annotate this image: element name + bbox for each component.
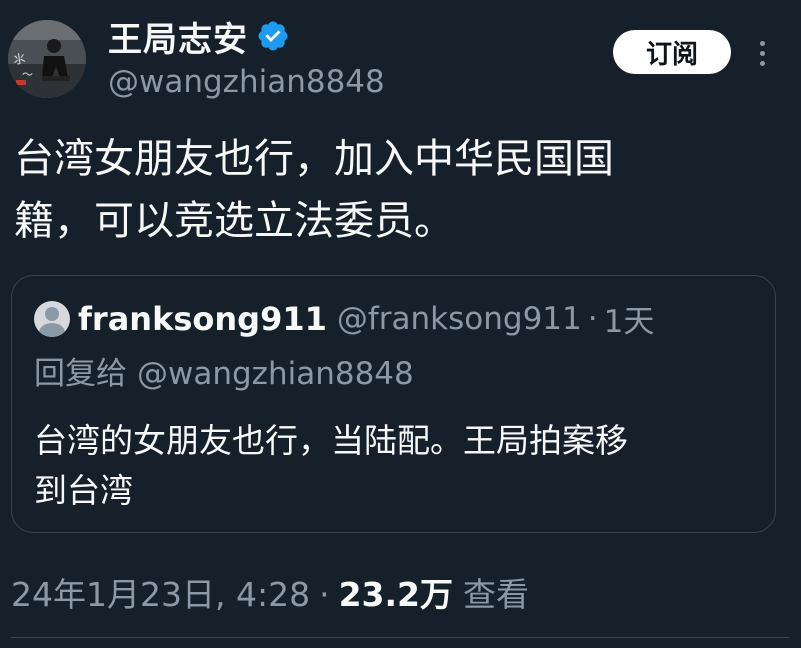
tweet-timestamp[interactable]: 24年1月23日, 4:28 (11, 568, 310, 616)
meta-separator: · (319, 575, 330, 614)
more-dot (759, 40, 765, 46)
tweet-card: ⺢ 〜 王局志安 @wangzhian8848 订阅 台湾女朋友也行，加入中华民… (0, 0, 801, 648)
avatar-body (39, 322, 65, 337)
svg-text:〜: 〜 (22, 68, 33, 81)
divider (11, 637, 789, 638)
author-name-row: 王局志安 (108, 10, 385, 62)
more-dot (759, 60, 765, 66)
quote-handle[interactable]: @franksong911 (337, 301, 582, 337)
avatar-photo: ⺢ 〜 (8, 20, 86, 98)
views-label: 查看 (462, 575, 529, 614)
author-handle[interactable]: @wangzhian8848 (108, 64, 385, 100)
reply-prefix: 回复给 (34, 356, 127, 392)
quote-time[interactable]: 1天 (604, 296, 655, 341)
quoted-tweet[interactable]: franksong911 @franksong911 · 1天 回复给 @wang… (11, 275, 776, 533)
quote-text: 台湾的女朋友也行，当陆配。王局拍案移 到台湾 (34, 421, 628, 510)
reply-to-line: 回复给 @wangzhian8848 (34, 348, 414, 393)
views-count: 23.2万 (338, 575, 453, 614)
quote-display-name[interactable]: franksong911 (78, 300, 327, 338)
quote-header: franksong911 @franksong911 · 1天 (34, 296, 654, 341)
tweet-text: 台湾女朋友也行，加入中华民国国 籍，可以竞选立法委员。 (14, 136, 614, 244)
author-avatar[interactable]: ⺢ 〜 (8, 20, 86, 98)
more-vertical-icon[interactable] (748, 36, 776, 70)
more-dot (759, 50, 765, 56)
tweet-meta: 24年1月23日, 4:28 · 23.2万 查看 (11, 568, 529, 616)
default-avatar-icon[interactable] (34, 300, 70, 337)
svg-text:⺢: ⺢ (12, 51, 26, 67)
author-info: 王局志安 @wangzhian8848 (108, 10, 385, 101)
verified-badge-icon[interactable] (256, 19, 290, 53)
quote-separator: · (587, 300, 598, 337)
reply-handle[interactable]: @wangzhian8848 (137, 356, 414, 392)
subscribe-button[interactable]: 订阅 (613, 30, 731, 74)
author-display-name[interactable]: 王局志安 (108, 12, 248, 61)
avatar-head (45, 306, 59, 321)
